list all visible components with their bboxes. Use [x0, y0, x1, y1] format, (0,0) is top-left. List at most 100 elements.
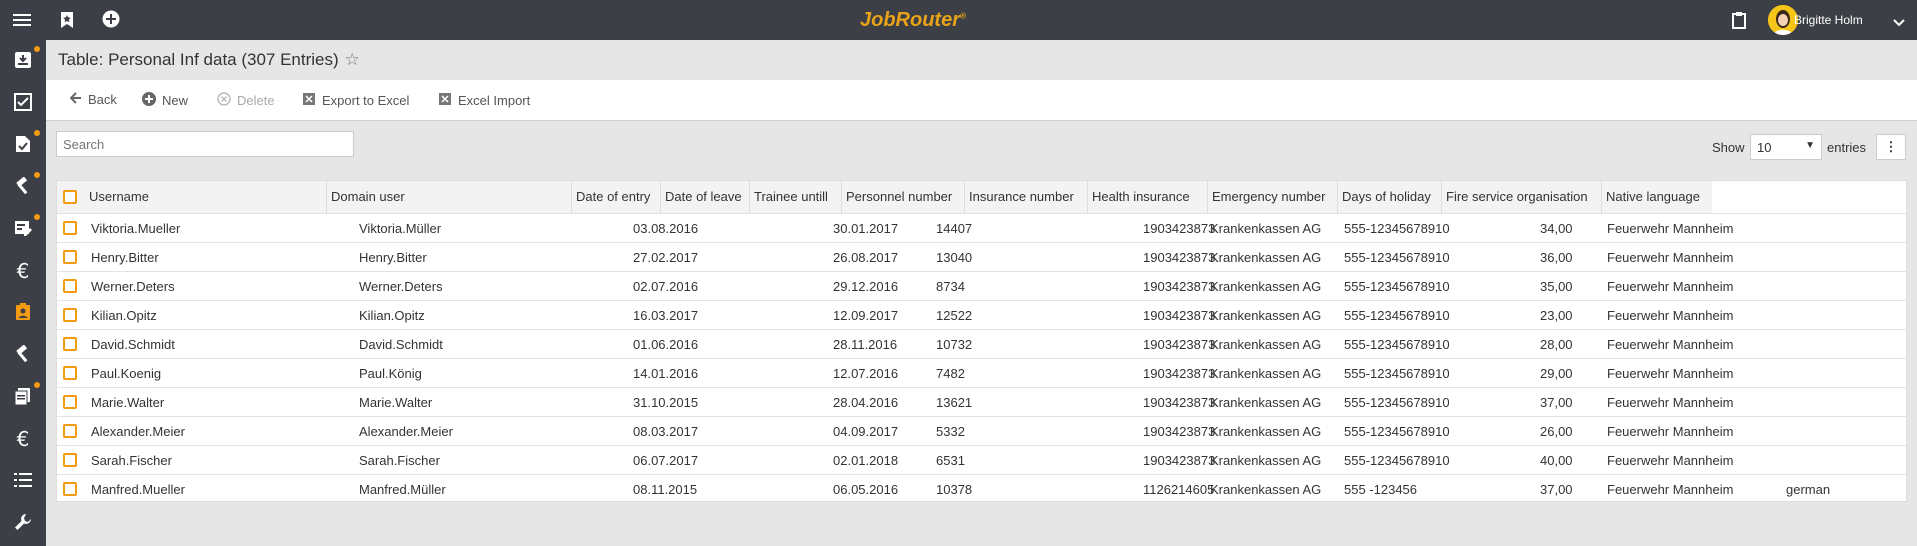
sidebar-item-list[interactable]	[0, 460, 46, 502]
cell-personnel-number: 5332	[936, 424, 965, 439]
data-table: Username Domain user Date of entry Date …	[56, 180, 1907, 502]
files-icon	[14, 387, 32, 408]
clipboard-icon[interactable]	[1732, 11, 1746, 32]
cell-username: Werner.Deters	[91, 279, 175, 294]
cell-days-of-holiday: 29,00	[1540, 366, 1573, 381]
row-checkbox[interactable]	[63, 221, 77, 235]
table-row[interactable]: Paul.Koenig Paul.König 14.01.2016 12.07.201…	[57, 358, 1906, 388]
bookmark-icon[interactable]	[60, 11, 74, 32]
header-username[interactable]: Username	[85, 181, 327, 213]
table-row[interactable]: Werner.Deters Werner.Deters 02.07.2016 29.1…	[57, 271, 1906, 301]
sidebar-item-personal-data[interactable]	[0, 292, 46, 334]
row-checkbox[interactable]	[63, 424, 77, 438]
cell-insurance-number: 1903423873	[1143, 395, 1216, 410]
table-row[interactable]: Manfred.Mueller Manfred.Müller 08.11.2015 0…	[57, 474, 1906, 504]
search-input[interactable]	[56, 131, 354, 157]
cell-insurance-number: 1903423873	[1143, 279, 1216, 294]
star-icon[interactable]: ☆	[345, 50, 360, 69]
cell-date-of-entry: 16.03.2017	[633, 308, 699, 323]
cell-days-of-holiday: 23,00	[1540, 308, 1573, 323]
toolbar: Back New Delete Export to Excel Excel Im…	[46, 80, 1917, 121]
euro-icon: €	[16, 427, 30, 451]
sidebar-item-finance[interactable]: €	[0, 250, 46, 292]
sidebar-item-documents[interactable]	[0, 124, 46, 166]
table-row[interactable]: Viktoria.Mueller Viktoria.Müller 03.08.201…	[57, 213, 1906, 243]
cell-domain-user: David.Schmidt	[359, 337, 443, 352]
header-select-all[interactable]	[57, 181, 85, 213]
excel-import-button[interactable]: Excel Import	[438, 92, 530, 109]
menu-icon[interactable]	[13, 12, 31, 31]
sidebar-item-forms[interactable]	[0, 208, 46, 250]
row-checkbox[interactable]	[63, 250, 77, 264]
row-checkbox[interactable]	[63, 308, 77, 322]
cell-username: Manfred.Mueller	[91, 482, 185, 497]
excel-icon	[438, 92, 452, 109]
header-native-language[interactable]: Native language	[1602, 181, 1712, 213]
header-days-of-holiday[interactable]: Days of holiday	[1338, 181, 1442, 213]
select-all-checkbox[interactable]	[63, 190, 77, 204]
cell-insurance-number: 1903423873	[1143, 337, 1216, 352]
cell-fire-service: Feuerwehr Mannheim	[1607, 482, 1734, 497]
row-checkbox[interactable]	[63, 395, 77, 409]
header-date-of-entry[interactable]: Date of entry	[572, 181, 661, 213]
cell-health-insurance: Krankenkassen AG	[1210, 424, 1322, 439]
cell-date-of-entry: 14.01.2016	[633, 366, 699, 381]
table-row[interactable]: Alexander.Meier Alexander.Meier 08.03.2017…	[57, 416, 1906, 446]
cell-days-of-holiday: 37,00	[1540, 482, 1573, 497]
cell-username: Kilian.Opitz	[91, 308, 157, 323]
sidebar-item-inbox[interactable]	[0, 40, 46, 82]
cell-fire-service: Feuerwehr Mannheim	[1607, 250, 1734, 265]
sidebar-item-tools-2[interactable]	[0, 334, 46, 376]
sidebar: € €	[0, 40, 46, 546]
add-circle-icon[interactable]	[102, 10, 120, 31]
more-options-icon[interactable]: ⋮	[1876, 134, 1906, 160]
sidebar-item-files[interactable]	[0, 376, 46, 418]
cell-health-insurance: Krankenkassen AG	[1210, 482, 1322, 497]
cell-date-of-entry: 08.11.2015	[633, 482, 698, 497]
sidebar-item-tools[interactable]	[0, 166, 46, 208]
export-excel-button[interactable]: Export to Excel	[302, 92, 409, 109]
cell-date-of-leave: 12.07.2016	[833, 366, 899, 381]
cell-emergency-number: 555-12345678910	[1344, 221, 1450, 236]
table-row[interactable]: Henry.Bitter Henry.Bitter 27.02.2017 26.08.…	[57, 242, 1906, 272]
back-button[interactable]: Back	[69, 92, 117, 107]
cell-health-insurance: Krankenkassen AG	[1210, 308, 1322, 323]
entries-select[interactable]: 10 ▼	[1750, 134, 1822, 160]
user-name[interactable]: Brigitte Holm	[1794, 13, 1863, 27]
header-emergency-number[interactable]: Emergency number	[1208, 181, 1338, 213]
row-checkbox[interactable]	[63, 482, 77, 496]
new-button[interactable]: New	[142, 92, 188, 109]
header-personnel-number[interactable]: Personnel number	[842, 181, 965, 213]
row-checkbox[interactable]	[63, 366, 77, 380]
excel-icon	[302, 92, 316, 109]
header-insurance-number[interactable]: Insurance number	[965, 181, 1088, 213]
cell-days-of-holiday: 35,00	[1540, 279, 1573, 294]
cell-days-of-holiday: 34,00	[1540, 221, 1573, 236]
header-domain-user[interactable]: Domain user	[327, 181, 572, 213]
plus-circle-icon	[142, 92, 156, 109]
cell-domain-user: Henry.Bitter	[359, 250, 427, 265]
header-fire-service[interactable]: Fire service organisation	[1442, 181, 1602, 213]
table-row[interactable]: Marie.Walter Marie.Walter 31.10.2015 28.04.…	[57, 387, 1906, 417]
row-checkbox[interactable]	[63, 453, 77, 467]
row-checkbox[interactable]	[63, 279, 77, 293]
row-checkbox[interactable]	[63, 337, 77, 351]
arrow-left-icon	[69, 92, 82, 107]
header-trainee-untill[interactable]: Trainee untill	[750, 181, 842, 213]
cell-date-of-entry: 06.07.2017	[633, 453, 699, 468]
form-edit-icon	[14, 219, 32, 240]
cell-date-of-leave: 28.11.2016	[833, 337, 898, 352]
sidebar-item-tasks[interactable]	[0, 82, 46, 124]
cell-emergency-number: 555-12345678910	[1344, 453, 1450, 468]
delete-button[interactable]: Delete	[217, 92, 275, 109]
cell-domain-user: Kilian.Opitz	[359, 308, 425, 323]
table-row[interactable]: Kilian.Opitz Kilian.Opitz 16.03.2017 12.09.…	[57, 300, 1906, 330]
sidebar-item-settings[interactable]	[0, 502, 46, 544]
sidebar-item-finance-2[interactable]: €	[0, 418, 46, 460]
chevron-down-icon[interactable]	[1893, 15, 1905, 30]
table-row[interactable]: David.Schmidt David.Schmidt 01.06.2016 28.1…	[57, 329, 1906, 359]
table-row[interactable]: Sarah.Fischer Sarah.Fischer 06.07.2017 02.0…	[57, 445, 1906, 475]
header-health-insurance[interactable]: Health insurance	[1088, 181, 1208, 213]
cell-personnel-number: 13621	[936, 395, 973, 410]
header-date-of-leave[interactable]: Date of leave	[661, 181, 750, 213]
